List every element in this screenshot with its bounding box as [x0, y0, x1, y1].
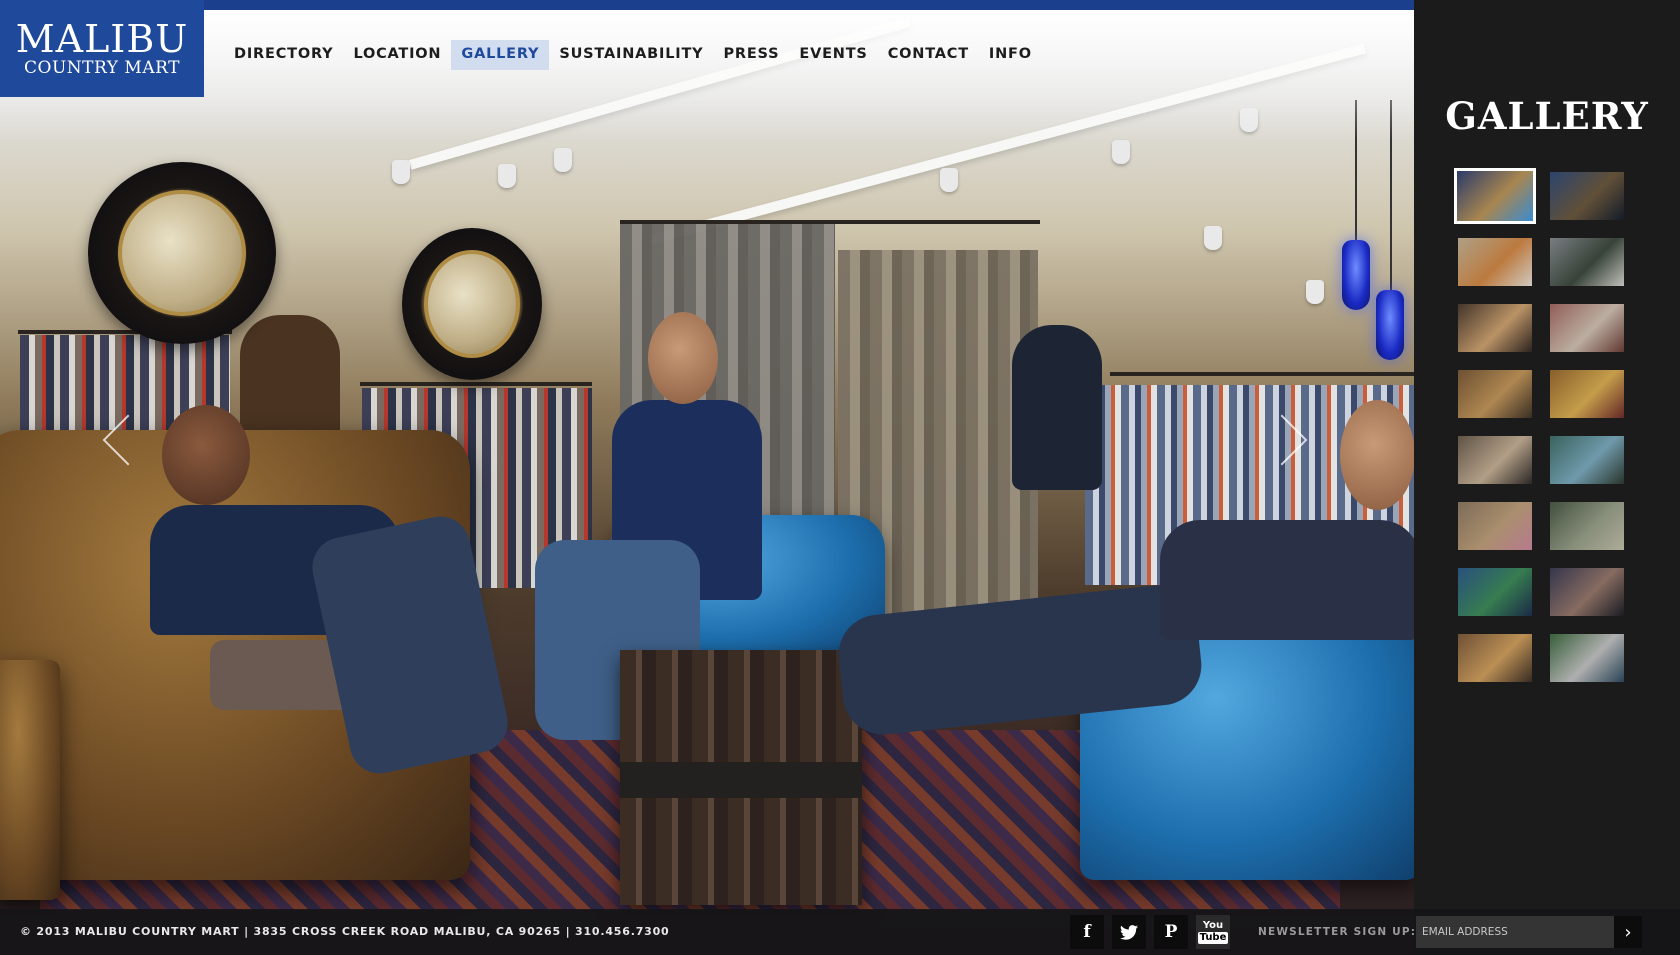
nav-press[interactable]: PRESS — [713, 40, 789, 70]
gallery-thumbnail[interactable] — [1456, 500, 1534, 552]
side-stump — [0, 660, 60, 900]
rack-bar — [1110, 372, 1414, 376]
social-links: f P You Tube — [1070, 915, 1230, 949]
youtube-you: You — [1202, 919, 1224, 931]
ceiling-spotlight — [1112, 140, 1130, 164]
main-nav: DIRECTORY LOCATION GALLERY SUSTAINABILIT… — [224, 40, 1042, 70]
pinterest-icon[interactable]: P — [1154, 915, 1188, 949]
seated-man-left-head — [162, 405, 250, 505]
nav-directory[interactable]: DIRECTORY — [224, 40, 343, 70]
ceiling-spotlight — [554, 148, 572, 172]
nav-sustainability[interactable]: SUSTAINABILITY — [549, 40, 713, 70]
blue-pendant-lamp — [1376, 290, 1404, 360]
rack-bar — [360, 382, 592, 386]
curtain-rod — [620, 220, 1040, 224]
facebook-icon[interactable]: f — [1070, 915, 1104, 949]
nav-info[interactable]: INFO — [979, 40, 1042, 70]
gallery-sidebar: GALLERY — [1414, 0, 1680, 955]
top-accent-strip — [0, 0, 1414, 10]
gallery-thumbnail[interactable] — [1548, 236, 1626, 288]
gallery-thumbnail[interactable] — [1548, 368, 1626, 420]
footer-bar: © 2013 MALIBU COUNTRY MART | 3835 CROSS … — [0, 909, 1680, 955]
gallery-thumbnail[interactable] — [1548, 566, 1626, 618]
gallery-thumbnail[interactable] — [1454, 168, 1536, 224]
top-haze — [0, 10, 1414, 140]
gallery-thumbnail[interactable] — [1548, 434, 1626, 486]
newsletter-submit-button[interactable]: › — [1614, 916, 1642, 948]
hero-photo — [0, 0, 1414, 955]
youtube-icon[interactable]: You Tube — [1196, 915, 1230, 949]
table-iron-band — [620, 762, 862, 798]
gallery-thumbnail[interactable] — [1456, 632, 1534, 684]
mirror-glass — [424, 250, 520, 358]
gallery-title: GALLERY — [1445, 94, 1649, 138]
ceiling-spotlight — [1204, 226, 1222, 250]
site-logo[interactable]: MALIBU COUNTRY MART — [0, 0, 204, 97]
gallery-thumbnail[interactable] — [1548, 632, 1626, 684]
gallery-thumbnail[interactable] — [1456, 566, 1534, 618]
gallery-thumbnail[interactable] — [1548, 170, 1626, 222]
youtube-tube: Tube — [1197, 931, 1229, 944]
nav-gallery[interactable]: GALLERY — [451, 40, 550, 70]
gallery-thumbnail[interactable] — [1548, 302, 1626, 354]
seated-man-right — [1160, 520, 1414, 640]
ceiling-spotlight — [940, 168, 958, 192]
ceiling-spotlight — [498, 164, 516, 188]
newsletter-email-input[interactable] — [1416, 916, 1614, 948]
seated-man-middle-head — [648, 312, 718, 404]
nav-location[interactable]: LOCATION — [343, 40, 451, 70]
next-slide-arrow[interactable] — [1280, 410, 1310, 470]
twitter-bird-glyph — [1120, 924, 1138, 940]
previous-slide-arrow[interactable] — [100, 410, 130, 470]
gallery-thumbnail[interactable] — [1456, 368, 1534, 420]
copyright-text: © 2013 MALIBU COUNTRY MART | 3835 CROSS … — [20, 925, 670, 938]
newsletter-label: NEWSLETTER SIGN UP: — [1258, 926, 1417, 938]
blue-pendant-lamp — [1342, 240, 1370, 310]
gallery-thumbnail[interactable] — [1456, 434, 1534, 486]
gallery-thumbnail[interactable] — [1456, 236, 1534, 288]
nav-events[interactable]: EVENTS — [789, 40, 877, 70]
gallery-thumbnail[interactable] — [1456, 302, 1534, 354]
ceiling-spotlight — [1306, 280, 1324, 304]
mannequin-jacket — [1012, 325, 1102, 490]
gallery-thumbnail[interactable] — [1548, 500, 1626, 552]
logo-line-2: COUNTRY MART — [24, 58, 180, 78]
ceiling-spotlight — [392, 160, 410, 184]
mirror-glass — [118, 190, 246, 316]
twitter-icon[interactable] — [1112, 915, 1146, 949]
logo-line-1: MALIBU — [15, 17, 189, 61]
seated-man-right-head — [1340, 400, 1414, 510]
nav-contact[interactable]: CONTACT — [878, 40, 979, 70]
